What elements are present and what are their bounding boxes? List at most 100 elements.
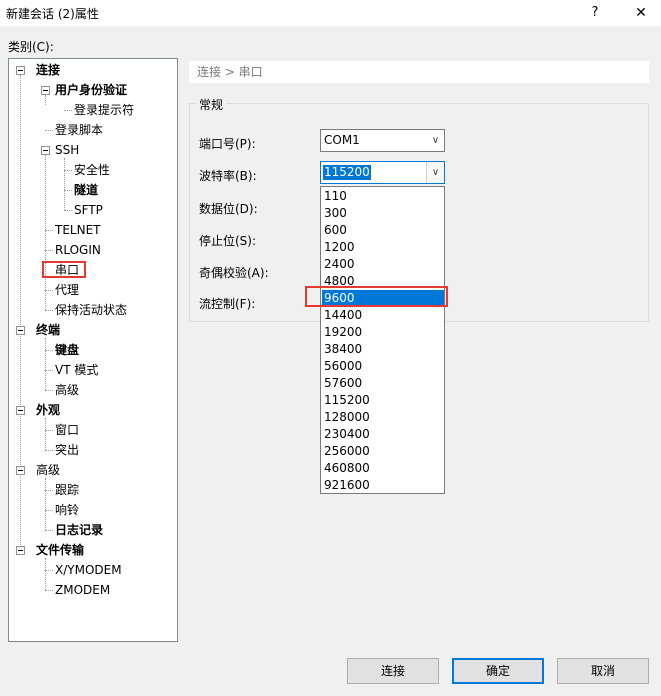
baud-option[interactable]: 921600	[322, 477, 444, 494]
tree-line	[20, 75, 21, 551]
tree-item-rlogin[interactable]: RLOGIN	[55, 241, 101, 259]
tree-line	[64, 190, 72, 191]
baud-option[interactable]: 1200	[322, 239, 444, 256]
tree-line	[45, 290, 53, 291]
tree-item-vt-mode[interactable]: VT 模式	[55, 361, 98, 379]
tree-line	[45, 558, 46, 590]
tree-item-auth[interactable]: 用户身份验证	[55, 81, 127, 99]
category-tree[interactable]	[8, 58, 178, 642]
tree-line	[64, 158, 65, 210]
baud-dropdown-list[interactable]: 110 300 600 1200 2400 4800 9600 14400 19…	[320, 186, 445, 494]
close-button[interactable]: ✕	[626, 1, 656, 25]
tree-item-zmodem[interactable]: ZMODEM	[55, 581, 110, 599]
tree-line	[64, 210, 72, 211]
baud-select[interactable]: 115200 ∨	[320, 161, 445, 184]
baud-option[interactable]: 300	[322, 205, 444, 222]
tree-line	[45, 450, 53, 451]
data-bits-label: 数据位(D):	[199, 202, 258, 216]
connect-button[interactable]: 连接	[347, 658, 439, 684]
tree-item-highlight[interactable]: 突出	[55, 441, 79, 459]
baud-option[interactable]: 256000	[322, 443, 444, 460]
tree-line	[45, 570, 53, 571]
baud-option[interactable]: 115200	[322, 392, 444, 409]
baud-value: 115200	[323, 165, 371, 180]
port-value: COM1	[324, 133, 360, 147]
collapse-icon[interactable]	[16, 466, 25, 475]
baud-option[interactable]: 14400	[322, 307, 444, 324]
tree-item-bell[interactable]: 响铃	[55, 501, 79, 519]
stop-bits-label: 停止位(S):	[199, 234, 257, 248]
tree-line	[45, 490, 53, 491]
tree-item-advanced[interactable]: 高级	[55, 381, 79, 399]
tree-item-ssh[interactable]: SSH	[55, 141, 79, 159]
tree-item-xymodem[interactable]: X/YMODEM	[55, 561, 122, 579]
tree-line	[45, 310, 53, 311]
chevron-down-icon[interactable]: ∨	[427, 130, 444, 151]
baud-option[interactable]: 600	[322, 222, 444, 239]
collapse-icon[interactable]	[16, 326, 25, 335]
collapse-icon[interactable]	[16, 546, 25, 555]
option-highlight-box	[305, 286, 448, 307]
tree-item-advanced2[interactable]: 高级	[36, 461, 60, 479]
collapse-icon[interactable]	[41, 146, 50, 155]
tree-item-connection[interactable]: 连接	[36, 61, 60, 79]
tree-line	[45, 130, 53, 131]
tree-item-trace[interactable]: 跟踪	[55, 481, 79, 499]
baud-option[interactable]: 56000	[322, 358, 444, 375]
tree-line	[45, 95, 46, 105]
tree-item-login-script[interactable]: 登录脚本	[55, 121, 103, 139]
tree-item-keyboard[interactable]: 键盘	[55, 341, 79, 359]
baud-option[interactable]: 57600	[322, 375, 444, 392]
breadcrumb: 连接 > 串口	[189, 61, 649, 83]
tree-item-appearance[interactable]: 外观	[36, 401, 60, 419]
tree-line	[45, 590, 53, 591]
tree-line	[64, 110, 72, 111]
baud-option[interactable]: 460800	[322, 460, 444, 477]
baud-option[interactable]: 2400	[322, 256, 444, 273]
tree-line	[45, 418, 46, 450]
chevron-down-icon[interactable]: ∨	[426, 162, 444, 183]
tree-item-login-prompt[interactable]: 登录提示符	[74, 101, 134, 119]
baud-label: 波特率(B):	[199, 169, 257, 183]
baud-option[interactable]: 230400	[322, 426, 444, 443]
tree-line	[45, 530, 53, 531]
flow-control-label: 流控制(F):	[199, 297, 256, 311]
tree-line	[45, 390, 53, 391]
title-bar	[0, 0, 661, 26]
group-title: 常规	[196, 96, 227, 113]
tree-item-tunnel[interactable]: 隧道	[74, 181, 98, 199]
baud-option[interactable]: 110	[322, 188, 444, 205]
tree-item-sftp[interactable]: SFTP	[74, 201, 103, 219]
tree-line	[64, 170, 72, 171]
tree-item-window[interactable]: 窗口	[55, 421, 79, 439]
tree-item-security[interactable]: 安全性	[74, 161, 110, 179]
tree-line	[45, 230, 53, 231]
tree-line	[45, 250, 53, 251]
baud-option[interactable]: 19200	[322, 324, 444, 341]
collapse-icon[interactable]	[41, 86, 50, 95]
cancel-button[interactable]: 取消	[557, 658, 649, 684]
tree-item-telnet[interactable]: TELNET	[55, 221, 101, 239]
baud-option[interactable]: 38400	[322, 341, 444, 358]
baud-option[interactable]: 128000	[322, 409, 444, 426]
tree-item-logging[interactable]: 日志记录	[55, 521, 103, 539]
tree-item-file-transfer[interactable]: 文件传输	[36, 541, 84, 559]
window-title: 新建会话 (2)属性	[6, 7, 99, 21]
parity-label: 奇偶校验(A):	[199, 266, 269, 280]
tree-line	[45, 338, 46, 390]
tree-line	[45, 370, 53, 371]
category-label: 类别(C):	[8, 40, 54, 54]
tree-item-terminal[interactable]: 终端	[36, 321, 60, 339]
tree-line	[45, 478, 46, 530]
ok-button[interactable]: 确定	[452, 658, 544, 684]
collapse-icon[interactable]	[16, 406, 25, 415]
port-select[interactable]: COM1 ∨	[320, 129, 445, 152]
tree-line	[45, 350, 53, 351]
tree-item-proxy[interactable]: 代理	[55, 281, 79, 299]
tree-line	[45, 510, 53, 511]
tree-item-keepalive[interactable]: 保持活动状态	[55, 301, 127, 319]
help-button[interactable]: ?	[580, 1, 610, 25]
tree-line	[45, 155, 46, 310]
collapse-icon[interactable]	[16, 66, 25, 75]
tree-line	[45, 430, 53, 431]
